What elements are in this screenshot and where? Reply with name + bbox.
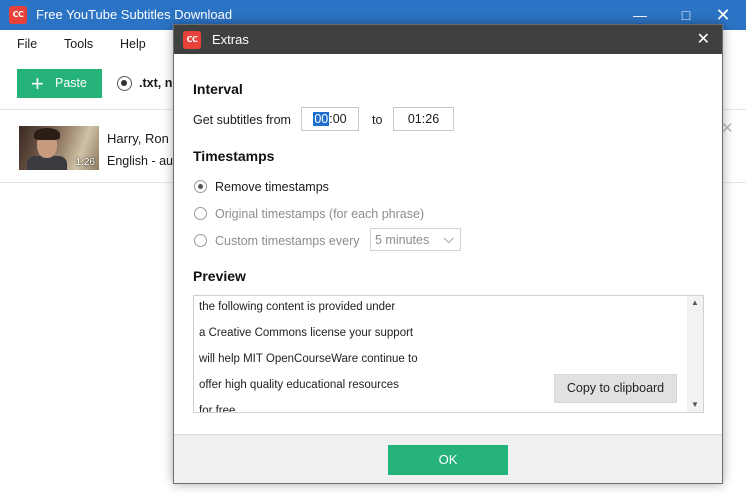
custom-timestamps-label: Custom timestamps every bbox=[215, 234, 360, 248]
remove-timestamps-radio[interactable] bbox=[194, 180, 207, 193]
custom-timestamps-radio[interactable] bbox=[194, 234, 207, 247]
interval-heading: Interval bbox=[193, 81, 243, 97]
from-time-input[interactable]: 00:00 bbox=[301, 107, 359, 131]
timestamp-interval-value: 5 minutes bbox=[375, 233, 430, 247]
from-time-rest: :00 bbox=[329, 112, 347, 126]
from-label: Get subtitles from bbox=[193, 113, 291, 127]
preview-scrollbar[interactable]: ▲ ▼ bbox=[687, 296, 703, 412]
remove-timestamps-label: Remove timestamps bbox=[215, 180, 329, 194]
dialog-title: Extras bbox=[212, 32, 249, 47]
dialog-app-icon: CC bbox=[183, 31, 201, 49]
timestamp-interval-select[interactable]: 5 minutes ⌵ bbox=[370, 228, 461, 251]
dialog-close-icon[interactable]: ✕ bbox=[697, 29, 710, 49]
preview-line: a Creative Commons license your support bbox=[199, 327, 414, 339]
original-timestamps-label: Original timestamps (for each phrase) bbox=[215, 207, 425, 221]
timestamps-heading: Timestamps bbox=[193, 148, 275, 164]
chevron-down-icon: ⌵ bbox=[443, 230, 454, 246]
dialog-titlebar[interactable]: CC Extras ✕ bbox=[174, 25, 722, 54]
to-time-input[interactable]: 01:26 bbox=[393, 107, 454, 131]
from-time-selected: 00 bbox=[313, 112, 330, 126]
preview-line: will help MIT OpenCourseWare continue to bbox=[199, 353, 418, 365]
original-timestamps-radio[interactable] bbox=[194, 207, 207, 220]
preview-heading: Preview bbox=[193, 268, 246, 284]
preview-line: for free bbox=[199, 405, 236, 413]
preview-line: the following content is provided under bbox=[199, 301, 396, 313]
copy-to-clipboard-button[interactable]: Copy to clipboard bbox=[554, 374, 677, 403]
scroll-down-icon[interactable]: ▼ bbox=[687, 400, 703, 409]
dialog-footer: OK bbox=[174, 434, 722, 483]
modal-layer: CC Extras ✕ Interval Get subtitles from … bbox=[0, 0, 746, 494]
preview-line: offer high quality educational resources bbox=[199, 379, 399, 391]
extras-dialog: CC Extras ✕ Interval Get subtitles from … bbox=[173, 24, 723, 484]
to-label: to bbox=[372, 113, 383, 127]
ok-button[interactable]: OK bbox=[388, 445, 508, 475]
scroll-up-icon[interactable]: ▲ bbox=[687, 298, 703, 307]
